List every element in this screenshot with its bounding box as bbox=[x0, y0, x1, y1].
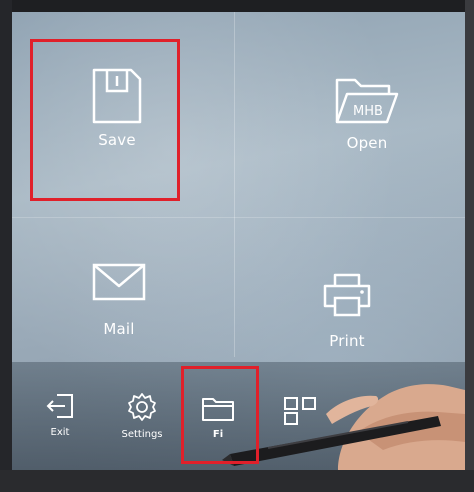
highlight-files bbox=[181, 366, 259, 464]
print-label: Print bbox=[329, 332, 365, 350]
bezel bbox=[0, 0, 474, 12]
touch-screen: Save MHB Open Mail Print Exit Settings F… bbox=[12, 12, 465, 470]
settings-button[interactable]: Settings bbox=[112, 392, 172, 440]
folder-icon: MHB bbox=[333, 74, 401, 126]
divider bbox=[234, 12, 235, 357]
bezel bbox=[0, 0, 12, 492]
bezel bbox=[0, 470, 474, 492]
open-label: Open bbox=[346, 134, 388, 152]
bezel bbox=[465, 0, 474, 492]
folder-text: MHB bbox=[353, 104, 383, 119]
mail-tile[interactable]: Mail bbox=[74, 262, 164, 338]
print-tile[interactable]: Print bbox=[302, 272, 392, 350]
divider bbox=[12, 217, 465, 218]
gear-icon bbox=[127, 392, 157, 426]
mail-label: Mail bbox=[103, 320, 135, 338]
highlight-save bbox=[30, 39, 180, 201]
open-tile[interactable]: MHB Open bbox=[312, 74, 422, 152]
printer-icon bbox=[320, 272, 374, 318]
photo: Save MHB Open Mail Print Exit Settings F… bbox=[0, 0, 474, 492]
exit-icon bbox=[45, 392, 75, 424]
envelope-icon bbox=[91, 262, 147, 302]
settings-label: Settings bbox=[121, 429, 163, 440]
exit-label: Exit bbox=[50, 427, 70, 438]
exit-button[interactable]: Exit bbox=[38, 392, 82, 438]
